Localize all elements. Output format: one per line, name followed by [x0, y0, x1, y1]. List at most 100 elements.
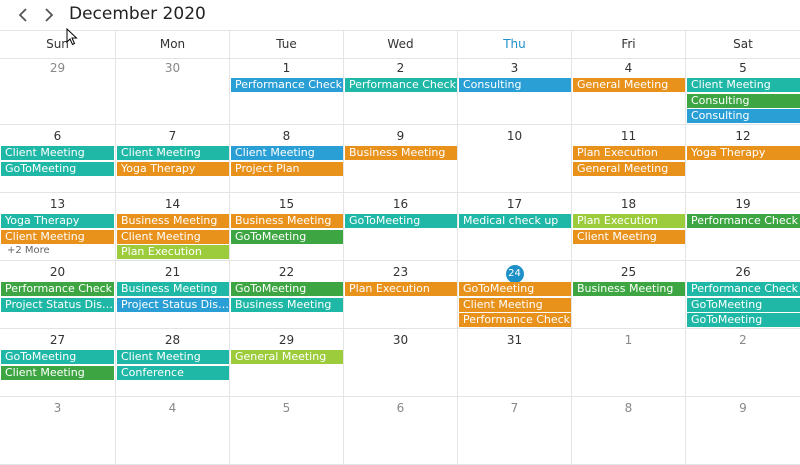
appointment[interactable]: General Meeting: [573, 78, 685, 92]
date-number[interactable]: 3: [0, 400, 115, 416]
day-cell[interactable]: 19 Performance Check: [685, 193, 800, 261]
day-cell[interactable]: 13 Yoga Therapy Client Meeting +2 More: [0, 193, 115, 261]
date-number[interactable]: 19: [686, 196, 800, 212]
date-number[interactable]: 3: [458, 60, 571, 76]
day-cell[interactable]: 14 Business Meeting Client Meeting Plan Exe…: [115, 193, 229, 261]
day-cell[interactable]: 4: [115, 397, 229, 465]
month-title[interactable]: December 2020: [69, 4, 206, 24]
date-number[interactable]: 2: [686, 332, 800, 348]
date-number[interactable]: 9: [686, 400, 800, 416]
appointment[interactable]: Performance Check: [1, 282, 114, 296]
date-number[interactable]: 13: [0, 196, 115, 212]
day-cell[interactable]: 8: [571, 397, 685, 465]
appointment[interactable]: Plan Execution: [573, 146, 685, 160]
date-number[interactable]: 6: [344, 400, 457, 416]
date-number[interactable]: 20: [0, 264, 115, 280]
appointment[interactable]: Project Status Discussion: [1, 297, 114, 312]
more-appointments-link[interactable]: +2 More: [7, 245, 50, 256]
prev-month-button[interactable]: [12, 4, 34, 26]
day-cell[interactable]: 1: [571, 329, 685, 397]
appointment[interactable]: Client Meeting: [687, 78, 800, 92]
appointment[interactable]: Plan Execution: [117, 245, 229, 259]
day-cell[interactable]: 27 GoToMeeting Client Meeting: [0, 329, 115, 397]
appointment[interactable]: Conference: [117, 365, 229, 380]
appointment[interactable]: Business Meeting: [117, 214, 229, 228]
appointment[interactable]: Consulting: [459, 78, 571, 92]
day-cell[interactable]: 6: [343, 397, 457, 465]
appointment[interactable]: Consulting: [687, 109, 800, 123]
date-number[interactable]: 8: [230, 128, 343, 144]
date-number[interactable]: 17: [458, 196, 571, 212]
next-month-button[interactable]: [38, 4, 60, 26]
appointment[interactable]: Yoga Therapy: [1, 214, 114, 228]
day-cell[interactable]: 31: [457, 329, 571, 397]
day-cell[interactable]: 5: [229, 397, 343, 465]
appointment[interactable]: Client Meeting: [1, 229, 114, 244]
date-number[interactable]: 22: [230, 264, 343, 280]
day-cell[interactable]: 12 Yoga Therapy: [685, 125, 800, 193]
day-cell[interactable]: 9 Business Meeting: [343, 125, 457, 193]
day-cell[interactable]: 29: [0, 57, 115, 125]
date-number[interactable]: 28: [116, 332, 229, 348]
date-number[interactable]: 4: [116, 400, 229, 416]
day-cell[interactable]: 28 Client Meeting Conference: [115, 329, 229, 397]
appointment[interactable]: Yoga Therapy: [687, 146, 800, 160]
date-number[interactable]: 9: [344, 128, 457, 144]
day-cell[interactable]: 30: [343, 329, 457, 397]
appointment[interactable]: Client Meeting: [117, 350, 229, 364]
date-number[interactable]: 5: [230, 400, 343, 416]
date-number[interactable]: 8: [572, 400, 685, 416]
date-number[interactable]: 26: [686, 264, 800, 280]
date-number[interactable]: 1: [230, 60, 343, 76]
date-number[interactable]: 30: [344, 332, 457, 348]
day-cell[interactable]: 9: [685, 397, 800, 465]
date-number[interactable]: 16: [344, 196, 457, 212]
appointment[interactable]: Client Meeting: [117, 146, 229, 160]
day-cell[interactable]: 29 General Meeting: [229, 329, 343, 397]
appointment[interactable]: Client Meeting: [459, 297, 571, 312]
appointment[interactable]: Client Meeting: [573, 229, 685, 244]
appointment[interactable]: Client Meeting: [1, 365, 114, 380]
appointment[interactable]: Performance Check: [687, 282, 800, 296]
day-cell[interactable]: 22 GoToMeeting Business Meeting: [229, 261, 343, 329]
appointment[interactable]: Performance Check: [345, 78, 457, 92]
date-number[interactable]: 31: [458, 332, 571, 348]
date-number[interactable]: 2: [344, 60, 457, 76]
appointment[interactable]: GoToMeeting: [1, 161, 114, 176]
appointment[interactable]: Client Meeting: [117, 229, 229, 244]
appointment[interactable]: Project Status Discussion: [117, 297, 229, 312]
appointment[interactable]: Business Meeting: [117, 282, 229, 296]
today-date-number[interactable]: 24: [458, 264, 571, 283]
day-cell[interactable]: 30: [115, 57, 229, 125]
appointment[interactable]: Business Meeting: [231, 214, 343, 228]
appointment[interactable]: GoToMeeting: [687, 313, 800, 327]
day-cell[interactable]: 20 Performance CheckProject Status Discus…: [0, 261, 115, 329]
day-cell[interactable]: 16 GoToMeeting: [343, 193, 457, 261]
date-number[interactable]: 1: [572, 332, 685, 348]
day-cell[interactable]: 15 Business Meeting GoToMeeting: [229, 193, 343, 261]
date-number[interactable]: 14: [116, 196, 229, 212]
day-cell[interactable]: 24 GoToMeeting Client Meeting Performance C…: [457, 261, 571, 329]
date-number[interactable]: 29: [230, 332, 343, 348]
day-cell[interactable]: 3 Consulting: [457, 57, 571, 125]
day-cell[interactable]: 4 General Meeting: [571, 57, 685, 125]
day-cell[interactable]: 7 Client Meeting Yoga Therapy: [115, 125, 229, 193]
date-number[interactable]: 25: [572, 264, 685, 280]
appointment[interactable]: Business Meeting: [573, 282, 685, 296]
appointment[interactable]: Consulting: [687, 93, 800, 108]
date-number[interactable]: 4: [572, 60, 685, 76]
appointment[interactable]: Plan Execution: [345, 282, 457, 296]
day-cell[interactable]: 10: [457, 125, 571, 193]
date-number[interactable]: 27: [0, 332, 115, 348]
day-cell[interactable]: 23 Plan Execution: [343, 261, 457, 329]
day-cell[interactable]: 5 Client Meeting Consulting Consulting: [685, 57, 800, 125]
appointment[interactable]: Medical check up: [459, 214, 571, 228]
day-cell[interactable]: 8 Client Meeting Project Plan: [229, 125, 343, 193]
date-number[interactable]: 10: [458, 128, 571, 144]
appointment[interactable]: Business Meeting: [231, 297, 343, 312]
date-number[interactable]: 30: [116, 60, 229, 76]
appointment[interactable]: Performance Check: [231, 78, 343, 92]
appointment[interactable]: GoToMeeting: [345, 214, 457, 228]
day-cell[interactable]: 11 Plan Execution General Meeting: [571, 125, 685, 193]
day-cell[interactable]: 21 Business MeetingProject Status Discuss…: [115, 261, 229, 329]
